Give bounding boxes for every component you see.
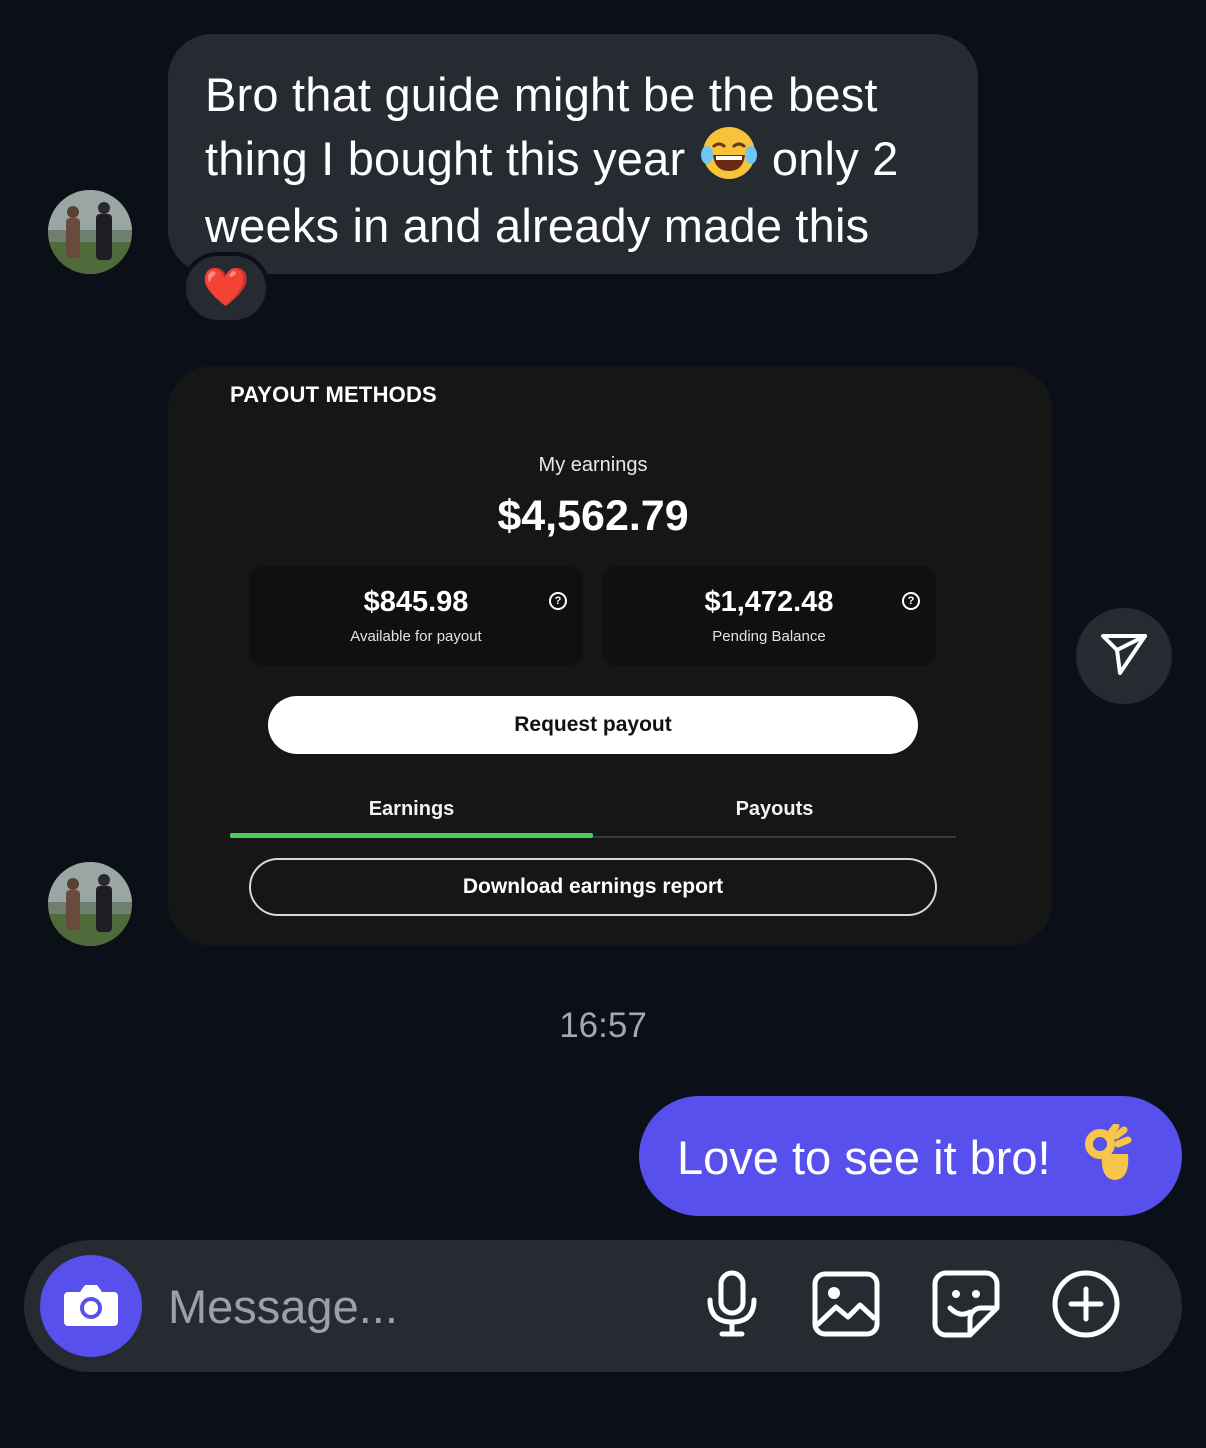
pending-label: Pending Balance	[712, 628, 826, 645]
camera-button[interactable]	[40, 1255, 142, 1357]
help-icon: ?	[549, 592, 567, 610]
card-title: PAYOUT METHODS	[230, 382, 437, 407]
avatar-photo	[48, 190, 132, 274]
laughing-emoji-icon	[699, 125, 759, 195]
download-report-button: Download earnings report	[249, 858, 937, 916]
message-timestamp: 16:57	[559, 1006, 647, 1045]
avatar[interactable]	[48, 862, 132, 946]
tab-earnings: Earnings	[368, 798, 455, 820]
sticker-button[interactable]	[930, 1270, 1002, 1342]
microphone-icon	[704, 1270, 760, 1343]
heart-reaction[interactable]: ❤️	[182, 252, 270, 324]
pending-value: $1,472.48	[704, 586, 834, 618]
pending-balance-box: $1,472.48 Pending Balance ?	[602, 566, 936, 666]
outgoing-message-bubble[interactable]: Love to see it bro!	[639, 1096, 1182, 1216]
tab-payouts: Payouts	[735, 798, 814, 820]
outgoing-message-text: Love to see it bro!	[677, 1131, 1051, 1184]
image-icon	[812, 1271, 880, 1342]
request-payout-button: Request payout	[268, 696, 918, 754]
message-composer	[24, 1240, 1182, 1372]
avatar-photo	[48, 862, 132, 946]
active-tab-indicator	[230, 833, 593, 838]
available-value: $845.98	[363, 586, 469, 618]
more-button[interactable]	[1050, 1270, 1122, 1342]
share-button[interactable]	[1076, 608, 1172, 704]
available-label: Available for payout	[350, 628, 482, 645]
available-payout-box: $845.98 Available for payout ?	[249, 566, 583, 666]
incoming-message-bubble[interactable]: Bro that guide might be the best thing I…	[168, 34, 978, 274]
avatar[interactable]	[48, 190, 132, 274]
gallery-button[interactable]	[810, 1270, 882, 1342]
microphone-button[interactable]	[696, 1270, 768, 1342]
help-icon: ?	[902, 592, 920, 610]
payout-screenshot-card[interactable]: PAYOUT METHODS My earnings $4,562.79 $84…	[168, 366, 1052, 946]
earnings-value: $4,562.79	[497, 492, 689, 540]
plus-circle-icon	[1051, 1269, 1121, 1344]
message-input[interactable]	[168, 1278, 668, 1334]
ok-hand-emoji-icon	[1082, 1122, 1134, 1195]
earnings-label: My earnings	[538, 454, 648, 476]
camera-icon	[62, 1280, 120, 1333]
paper-plane-icon	[1100, 632, 1148, 681]
heart-icon: ❤️	[202, 267, 250, 309]
sticker-icon	[932, 1270, 1000, 1343]
